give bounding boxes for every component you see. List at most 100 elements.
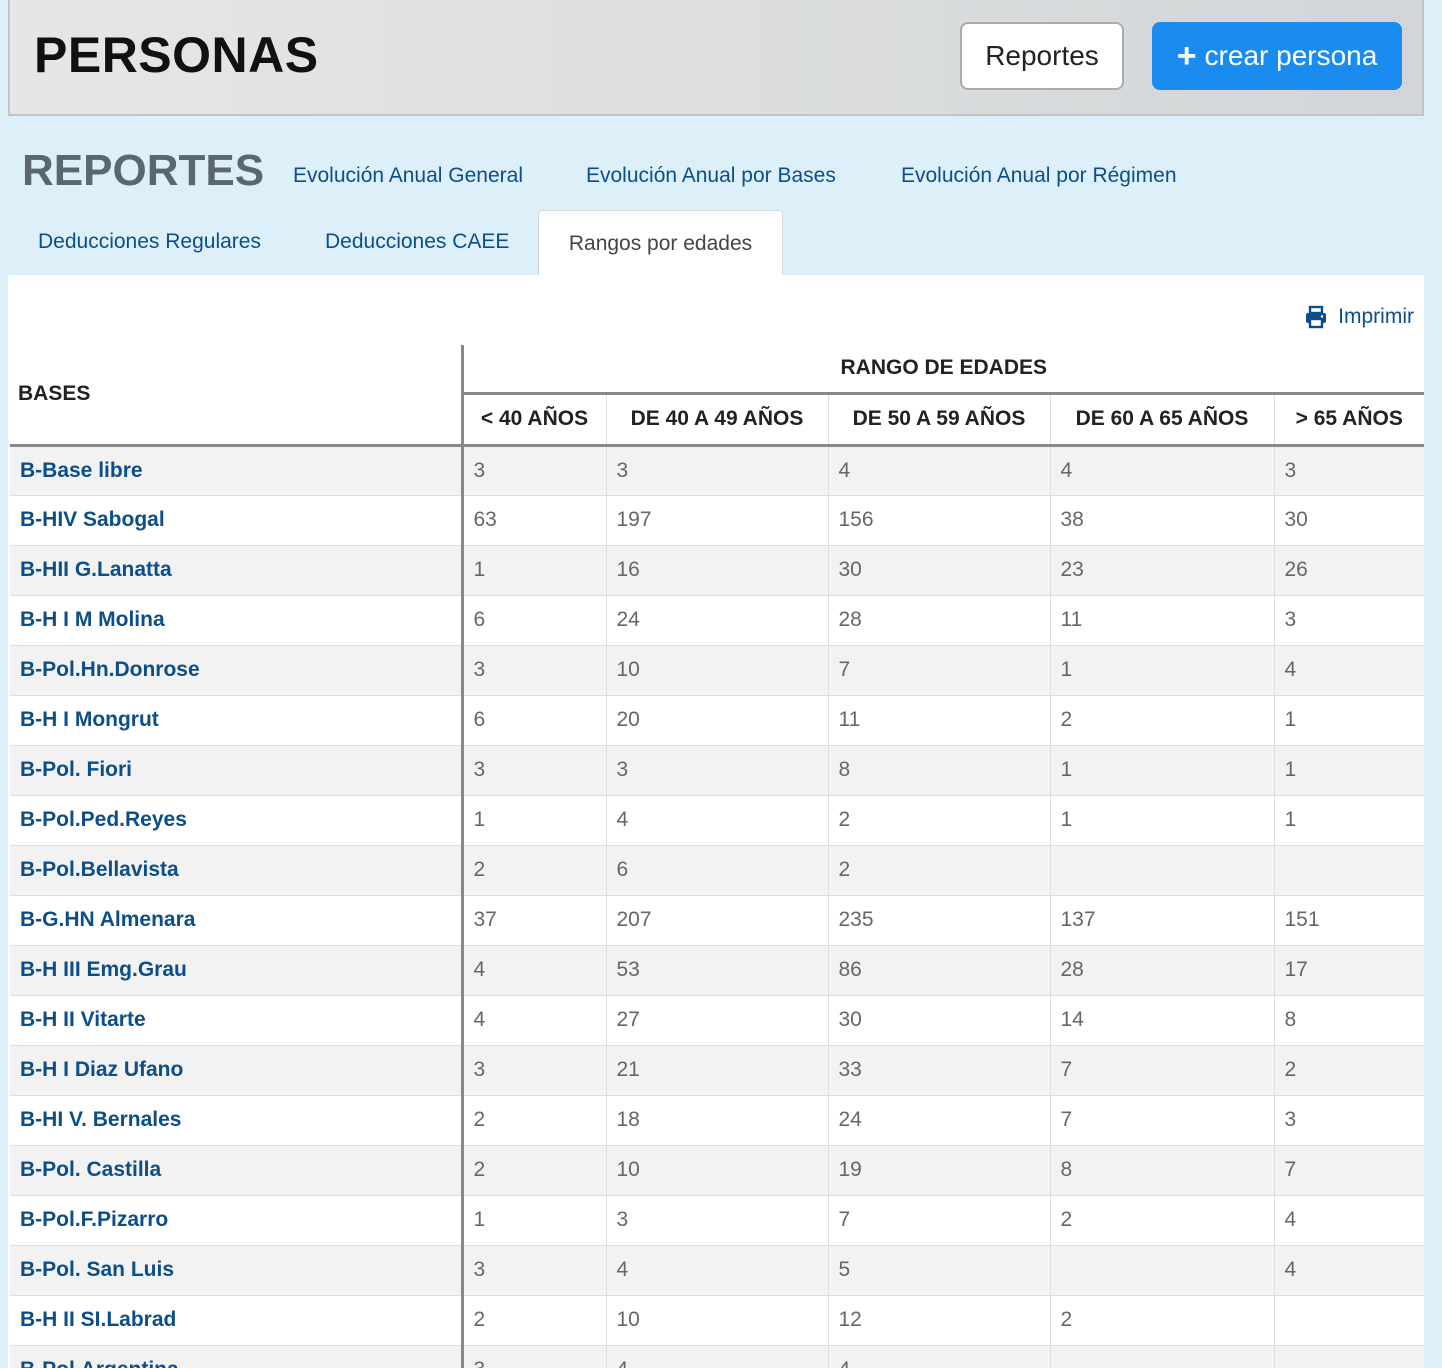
- tab-evolucion-anual-general[interactable]: Evolución Anual General: [293, 164, 523, 188]
- count-cell: [1274, 845, 1424, 896]
- count-cell: 1: [1274, 695, 1424, 746]
- reportes-button[interactable]: Reportes: [960, 22, 1124, 90]
- count-cell: 14: [1050, 995, 1275, 1046]
- count-cell: 1: [1050, 645, 1275, 696]
- table-row: B-Pol.Ped.Reyes 1 4 2 1 1: [10, 795, 1424, 846]
- base-name-link[interactable]: B-H I Diaz Ufano: [10, 1045, 464, 1096]
- table-row: B-H I Diaz Ufano 3 21 33 7 2: [10, 1045, 1424, 1096]
- count-cell: 10: [606, 1295, 829, 1346]
- table-row: B-Pol.F.Pizarro 1 3 7 2 4: [10, 1195, 1424, 1246]
- count-cell: 3: [462, 1345, 607, 1368]
- count-cell: 1: [462, 1195, 607, 1246]
- count-cell: 235: [828, 895, 1051, 946]
- base-name-link[interactable]: B-H II Vitarte: [10, 995, 464, 1046]
- age-header-50-59: DE 50 A 59 AÑOS: [828, 393, 1051, 447]
- count-cell: 17: [1274, 945, 1424, 996]
- count-cell: 5: [828, 1245, 1051, 1296]
- base-name-link[interactable]: B-Base libre: [10, 445, 464, 496]
- table-row: B-HII G.Lanatta 1 16 30 23 26: [10, 545, 1424, 596]
- count-cell: 11: [1050, 595, 1275, 646]
- base-name-link[interactable]: B-G.HN Almenara: [10, 895, 464, 946]
- base-name-link[interactable]: B-H III Emg.Grau: [10, 945, 464, 996]
- count-cell: 20: [606, 695, 829, 746]
- count-cell: 156: [828, 495, 1051, 546]
- crear-persona-label: crear persona: [1204, 40, 1378, 71]
- tab-evolucion-anual-por-regimen[interactable]: Evolución Anual por Régimen: [901, 164, 1177, 188]
- count-cell: 2: [462, 1145, 607, 1196]
- table-row: B-H II SI.Labrad 2 10 12 2: [10, 1295, 1424, 1346]
- count-cell: 137: [1050, 895, 1275, 946]
- count-cell: 4: [1274, 1195, 1424, 1246]
- base-name-link[interactable]: B-Pol. Castilla: [10, 1145, 464, 1196]
- base-name-link[interactable]: B-Pol.Hn.Donrose: [10, 645, 464, 696]
- base-name-link[interactable]: B-Pol.Ped.Reyes: [10, 795, 464, 846]
- bases-header: BASES: [10, 345, 464, 447]
- count-cell: 6: [606, 845, 829, 896]
- count-cell: 4: [1274, 645, 1424, 696]
- count-cell: 1: [1274, 795, 1424, 846]
- tab-deducciones-caee[interactable]: Deducciones CAEE: [325, 230, 509, 254]
- count-cell: 151: [1274, 895, 1424, 946]
- base-name-link[interactable]: B-H I M Molina: [10, 595, 464, 646]
- count-cell: 4: [1274, 1245, 1424, 1296]
- base-name-link[interactable]: B-HII G.Lanatta: [10, 545, 464, 596]
- count-cell: 197: [606, 495, 829, 546]
- count-cell: [1050, 1345, 1275, 1368]
- reports-title: REPORTES: [22, 146, 265, 195]
- table-row: B-Pol. Castilla 2 10 19 8 7: [10, 1145, 1424, 1196]
- count-cell: 3: [462, 1045, 607, 1096]
- count-cell: 30: [828, 995, 1051, 1046]
- count-cell: 2: [462, 1295, 607, 1346]
- count-cell: 4: [828, 445, 1051, 496]
- rango-edades-header: RANGO DE EDADES: [462, 345, 1424, 395]
- count-cell: 4: [606, 795, 829, 846]
- count-cell: 11: [828, 695, 1051, 746]
- age-header-60-65: DE 60 A 65 AÑOS: [1050, 393, 1275, 447]
- count-cell: 3: [1274, 595, 1424, 646]
- base-name-link[interactable]: B-Pol.Argentina: [10, 1345, 464, 1368]
- count-cell: [1274, 1295, 1424, 1346]
- print-label: Imprimir: [1338, 305, 1414, 328]
- count-cell: 63: [462, 495, 607, 546]
- crear-persona-button[interactable]: + crear persona: [1152, 22, 1402, 90]
- count-cell: 30: [1274, 495, 1424, 546]
- count-cell: 33: [828, 1045, 1051, 1096]
- page-title: PERSONAS: [34, 27, 319, 83]
- count-cell: 21: [606, 1045, 829, 1096]
- table-body: B-Base libre 3 3 4 4 3 B-HIV Sabogal 63 197 156 38…: [10, 445, 1424, 1368]
- count-cell: 38: [1050, 495, 1275, 546]
- base-name-link[interactable]: B-Pol. Fiori: [10, 745, 464, 796]
- count-cell: 1: [462, 795, 607, 846]
- count-cell: 3: [606, 745, 829, 796]
- table-row: B-Pol.Hn.Donrose 3 10 7 1 4: [10, 645, 1424, 696]
- count-cell: 8: [828, 745, 1051, 796]
- base-name-link[interactable]: B-HIV Sabogal: [10, 495, 464, 546]
- tab-rangos-por-edades[interactable]: Rangos por edades: [538, 210, 783, 276]
- report-panel: Imprimir BASES RANGO DE EDADES < 40 AÑOS…: [8, 275, 1424, 1368]
- count-cell: 10: [606, 1145, 829, 1196]
- tab-evolucion-anual-por-bases[interactable]: Evolución Anual por Bases: [586, 164, 836, 188]
- base-name-link[interactable]: B-Pol. San Luis: [10, 1245, 464, 1296]
- count-cell: 2: [828, 795, 1051, 846]
- count-cell: 2: [828, 845, 1051, 896]
- printer-icon: [1306, 305, 1327, 329]
- base-name-link[interactable]: B-Pol.Bellavista: [10, 845, 464, 896]
- base-name-link[interactable]: B-H II SI.Labrad: [10, 1295, 464, 1346]
- base-name-link[interactable]: B-H I Mongrut: [10, 695, 464, 746]
- count-cell: 2: [462, 1095, 607, 1146]
- table-row: B-Pol. San Luis 3 4 5 4: [10, 1245, 1424, 1296]
- base-name-link[interactable]: B-HI V. Bernales: [10, 1095, 464, 1146]
- tab-deducciones-regulares[interactable]: Deducciones Regulares: [38, 230, 261, 254]
- base-name-link[interactable]: B-Pol.F.Pizarro: [10, 1195, 464, 1246]
- count-cell: 26: [1274, 545, 1424, 596]
- count-cell: 1: [1274, 745, 1424, 796]
- table-row: B-HIV Sabogal 63 197 156 38 30: [10, 495, 1424, 546]
- age-header-under-40: < 40 AÑOS: [462, 393, 607, 447]
- count-cell: 3: [606, 1195, 829, 1246]
- print-link[interactable]: Imprimir: [1304, 305, 1414, 329]
- count-cell: 53: [606, 945, 829, 996]
- count-cell: [1050, 845, 1275, 896]
- count-cell: 1: [1050, 745, 1275, 796]
- count-cell: 3: [462, 645, 607, 696]
- table-row: B-H I Mongrut 6 20 11 2 1: [10, 695, 1424, 746]
